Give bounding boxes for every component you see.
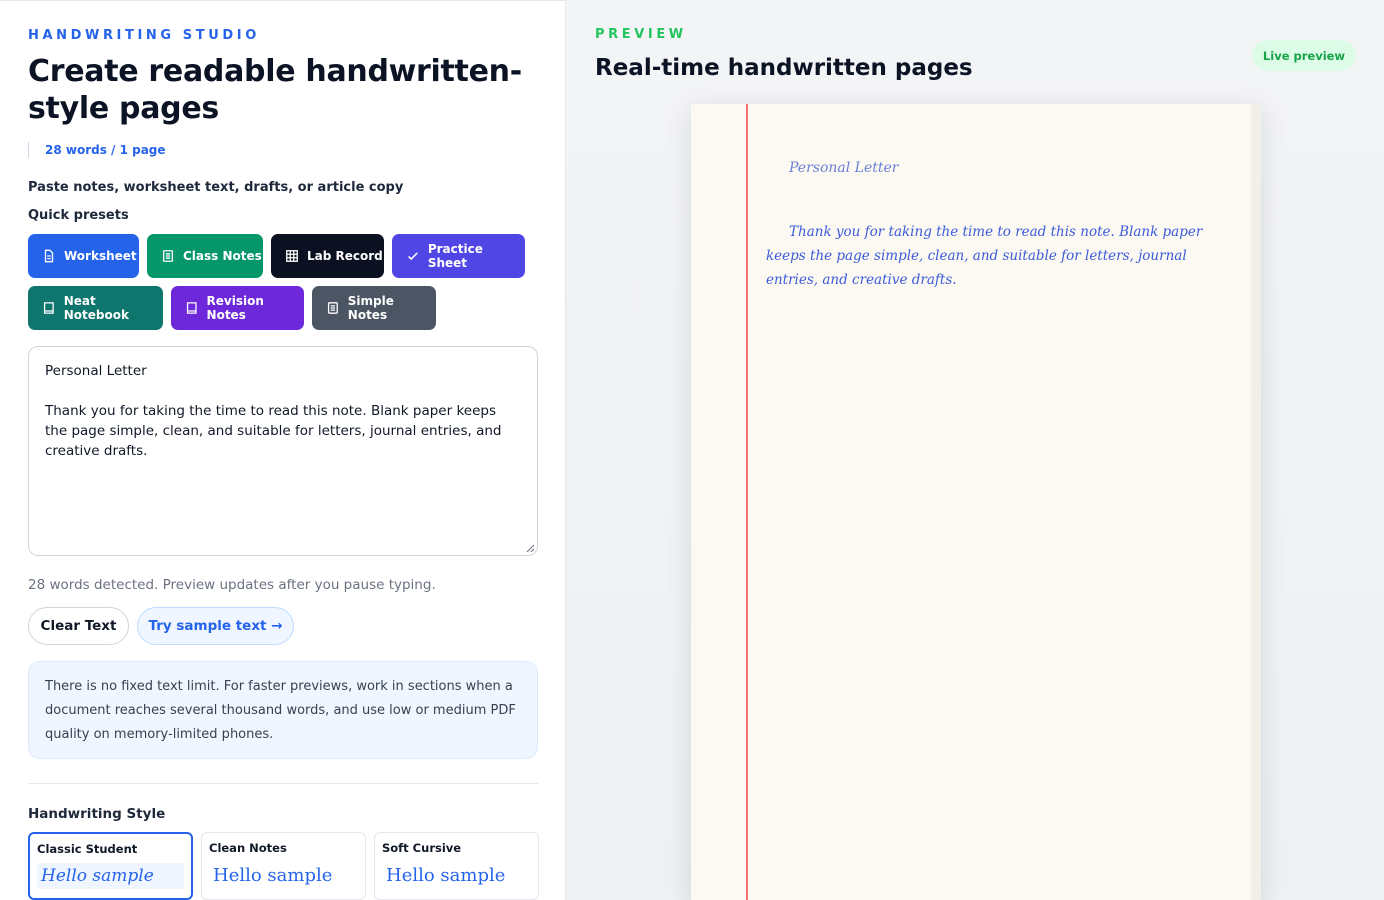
style-name: Clean Notes bbox=[209, 841, 287, 855]
preview-panel: PREVIEW Real-time handwritten pages Live… bbox=[566, 0, 1384, 900]
style-name: Classic Student bbox=[37, 842, 138, 856]
preset-label: Lab Record bbox=[307, 249, 383, 263]
text-input[interactable]: Personal Letter Thank you for taking the… bbox=[28, 346, 538, 556]
preset-practice-sheet-button[interactable]: Practice Sheet bbox=[392, 234, 525, 278]
page-handwritten-body: Thank you for taking the time to read th… bbox=[766, 224, 1203, 288]
notebook-icon bbox=[186, 302, 197, 314]
editor-panel: HANDWRITING STUDIO Create readable handw… bbox=[0, 0, 566, 900]
preset-label: Revision Notes bbox=[206, 294, 264, 322]
editor-eyebrow: HANDWRITING STUDIO bbox=[28, 28, 260, 43]
preview-page[interactable]: Personal Letter Thank you for taking the… bbox=[691, 104, 1261, 900]
preset-simple-notes-button[interactable]: Simple Notes bbox=[312, 286, 436, 330]
document-icon bbox=[44, 249, 54, 263]
info-note: There is no fixed text limit. For faster… bbox=[28, 661, 538, 759]
page-title: Create readable handwritten-style pages bbox=[28, 54, 522, 126]
notes-icon bbox=[327, 302, 338, 314]
word-count-badge: 28 words / 1 page bbox=[28, 142, 166, 158]
divider bbox=[28, 783, 538, 784]
grid-icon bbox=[286, 250, 298, 262]
page-edge bbox=[1251, 104, 1261, 900]
preset-label: Worksheet bbox=[64, 249, 137, 263]
notebook-icon bbox=[43, 302, 54, 314]
preset-label: Class Notes bbox=[183, 249, 262, 263]
preset-class-notes-button[interactable]: Class Notes bbox=[147, 234, 263, 278]
preset-label: Practice Sheet bbox=[427, 242, 483, 270]
style-name: Soft Cursive bbox=[382, 841, 462, 855]
text-input-title: Personal Letter bbox=[45, 363, 147, 379]
style-sample: Hello sample bbox=[37, 863, 184, 889]
preset-neat-notebook-button[interactable]: Neat Notebook bbox=[28, 286, 163, 330]
preset-revision-notes-button[interactable]: Revision Notes bbox=[171, 286, 304, 330]
preset-label: Simple Notes bbox=[347, 294, 394, 322]
preset-lab-record-button[interactable]: Lab Record bbox=[271, 234, 384, 278]
preview-eyebrow: PREVIEW bbox=[595, 27, 687, 42]
resize-handle-icon[interactable] bbox=[526, 544, 534, 552]
check-icon bbox=[408, 252, 418, 261]
style-option-soft-cursive[interactable]: Soft Cursive Hello sample bbox=[374, 832, 539, 900]
clear-text-button[interactable]: Clear Text bbox=[28, 607, 129, 645]
margin-line bbox=[746, 104, 748, 900]
preset-label: Neat Notebook bbox=[63, 294, 129, 322]
style-option-clean-notes[interactable]: Clean Notes Hello sample bbox=[201, 832, 366, 900]
preset-worksheet-button[interactable]: Worksheet bbox=[28, 234, 139, 278]
text-input-body: Thank you for taking the time to read th… bbox=[45, 403, 502, 459]
style-sample: Hello sample bbox=[386, 865, 506, 886]
handwriting-style-label: Handwriting Style bbox=[28, 806, 166, 822]
style-sample: Hello sample bbox=[213, 865, 333, 886]
presets-label: Quick presets bbox=[28, 208, 129, 223]
word-detected-hint: 28 words detected. Preview updates after… bbox=[28, 577, 436, 593]
style-option-classic-student[interactable]: Classic Student Hello sample bbox=[28, 832, 193, 900]
preview-title: Real-time handwritten pages bbox=[595, 55, 973, 81]
page-handwritten-title: Personal Letter bbox=[789, 160, 899, 176]
live-preview-badge: Live preview bbox=[1252, 40, 1356, 71]
try-sample-button[interactable]: Try sample text → bbox=[137, 607, 294, 645]
paste-label: Paste notes, worksheet text, drafts, or … bbox=[28, 180, 404, 195]
notes-icon bbox=[162, 250, 174, 262]
